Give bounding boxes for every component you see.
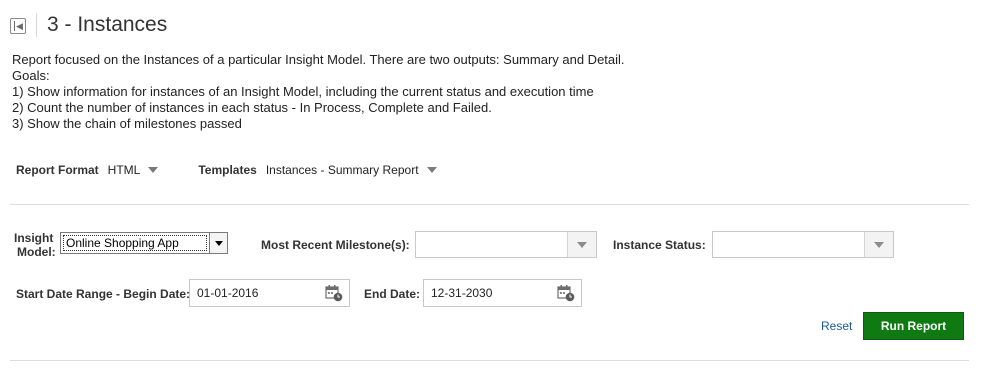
chevron-down-icon: [577, 241, 587, 248]
section-divider: [10, 204, 969, 205]
run-report-button[interactable]: Run Report: [863, 312, 964, 340]
start-date-input[interactable]: 01-01-2016: [189, 279, 350, 307]
templates-value: Instances - Summary Report: [265, 163, 419, 177]
report-format-label: Report Format: [16, 163, 99, 177]
panel-collapse-icon[interactable]: ◀: [10, 17, 26, 34]
calendar-icon[interactable]: [557, 284, 575, 302]
instance-status-label: Instance Status:: [613, 238, 706, 252]
report-format-dropdown[interactable]: HTML: [108, 163, 159, 177]
insight-model-label-line: Model:: [17, 245, 56, 259]
header-divider: [36, 13, 37, 37]
end-date-label: End Date:: [364, 287, 421, 301]
description-line: 1) Show information for instances of an …: [12, 84, 594, 99]
start-date-label: Start Date Range - Begin Date:: [16, 287, 191, 301]
description-line: 2) Count the number of instances in each…: [12, 100, 492, 115]
templates-dropdown[interactable]: Instances - Summary Report: [266, 163, 437, 177]
milestones-label: Most Recent Milestone(s):: [261, 238, 410, 252]
description-line: Report focused on the Instances of a par…: [12, 52, 625, 67]
description-line: 3) Show the chain of milestones passed: [12, 116, 242, 131]
dropdown-button[interactable]: [864, 232, 893, 257]
end-date-value: 12-31-2030: [431, 286, 493, 300]
bottom-divider: [10, 360, 969, 361]
templates-label: Templates: [198, 163, 257, 177]
chevron-down-icon: [214, 240, 223, 246]
insight-model-label-line: Insight: [14, 231, 54, 245]
insight-model-value: Online Shopping App: [63, 235, 207, 251]
report-format-value: HTML: [107, 163, 141, 177]
page-title: 3 - Instances: [47, 13, 168, 36]
milestones-value: [416, 232, 567, 257]
chevron-down-icon: [148, 167, 159, 173]
description-line: Goals:: [12, 68, 50, 83]
report-description: Report focused on the Instances of a par…: [12, 52, 625, 132]
reset-link[interactable]: Reset: [821, 319, 852, 333]
chevron-down-icon: [426, 167, 437, 173]
insight-model-label: Insight Model:: [14, 231, 56, 259]
page-header: ◀ 3 - Instances: [10, 10, 167, 40]
dropdown-button[interactable]: [567, 232, 596, 257]
report-options-row: Report Format HTML Templates Instances -…: [16, 161, 437, 179]
milestones-select[interactable]: [415, 231, 597, 258]
start-date-value: 01-01-2016: [197, 286, 259, 300]
instance-status-value: [713, 232, 864, 257]
insight-model-select[interactable]: Online Shopping App: [60, 232, 228, 254]
calendar-icon[interactable]: [325, 284, 343, 302]
end-date-input[interactable]: 12-31-2030: [423, 279, 582, 307]
dropdown-button[interactable]: [209, 233, 227, 253]
chevron-down-icon: [874, 241, 884, 248]
instance-status-select[interactable]: [712, 231, 894, 258]
